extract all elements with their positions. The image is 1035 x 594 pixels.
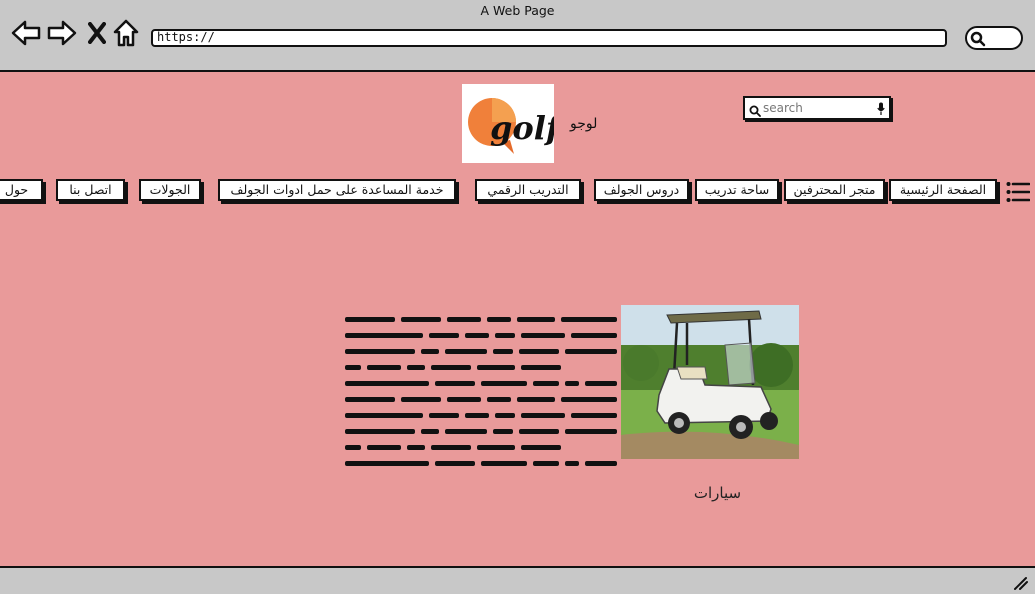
close-icon[interactable] (88, 22, 106, 44)
nav-item-driving-range[interactable]: ساحة تدريب (695, 179, 779, 201)
golf-cart-image (621, 305, 799, 459)
site-search-box[interactable] (743, 96, 891, 120)
back-arrow-icon[interactable] (11, 19, 41, 47)
address-bar[interactable]: https:// (151, 29, 947, 47)
nav-item-caddie-service[interactable]: خدمة المساعدة على حمل ادوات الجولف (218, 179, 456, 201)
nav-item-pro-shop[interactable]: متجر المحترفين (784, 179, 885, 201)
nav-item-digital-training[interactable]: التدريب الرقمي (475, 179, 581, 201)
home-icon[interactable] (113, 19, 139, 47)
nav-item-home[interactable]: الصفحة الرئيسية (889, 179, 997, 201)
search-icon (749, 102, 761, 121)
logo-label: لوجو (570, 116, 598, 132)
web-page: golf لوجو الصفحة الرئيسية متجر المحترفين… (0, 70, 1035, 568)
nav-item-contact[interactable]: اتصل بنا (56, 179, 125, 201)
placeholder-text-block (345, 312, 617, 472)
browser-chrome: A Web Page https:// (0, 0, 1035, 70)
svg-text:golf: golf (490, 109, 554, 147)
nav-item-tours[interactable]: الجولات (139, 179, 201, 201)
browser-search-box[interactable] (965, 26, 1023, 50)
nav-item-golf-lessons[interactable]: دروس الجولف (594, 179, 689, 201)
hamburger-menu-icon[interactable] (1006, 181, 1031, 207)
logo[interactable]: golf (462, 84, 565, 163)
microphone-icon[interactable] (877, 101, 885, 120)
image-caption: سيارات (693, 484, 742, 502)
forward-arrow-icon[interactable] (47, 19, 77, 47)
window-title: A Web Page (480, 3, 555, 18)
nav-item-about[interactable]: حول (0, 179, 43, 201)
search-icon (970, 31, 986, 47)
site-search-input[interactable] (763, 99, 873, 117)
resize-grip-icon[interactable] (1013, 575, 1029, 594)
